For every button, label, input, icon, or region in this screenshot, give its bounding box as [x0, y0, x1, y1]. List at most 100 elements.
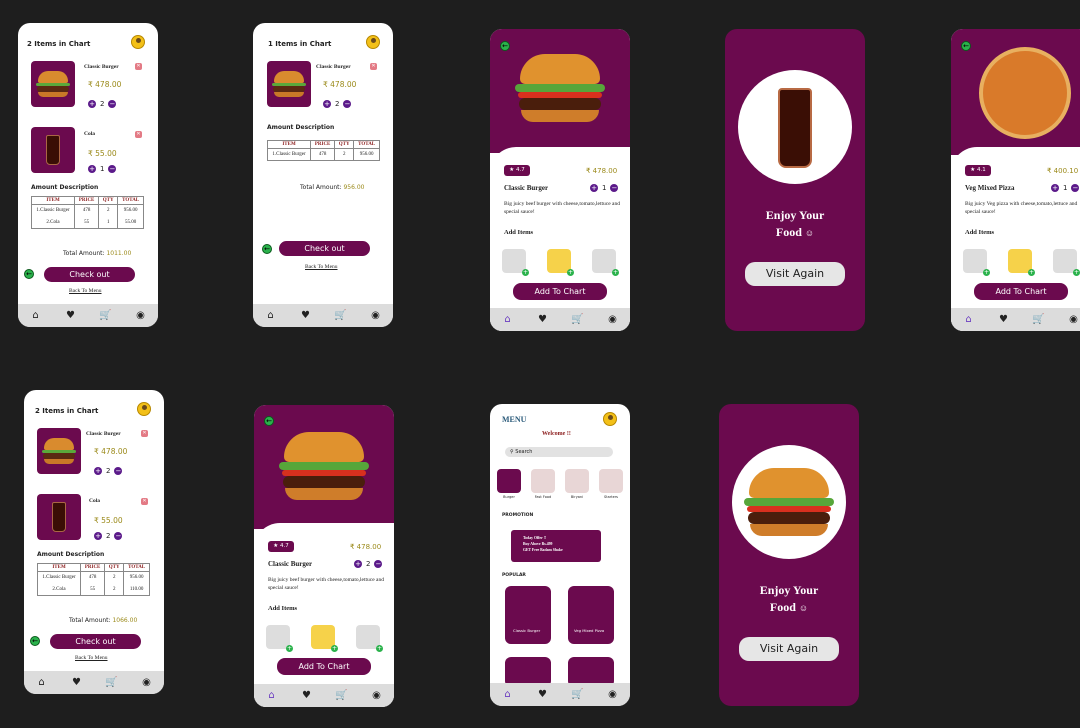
add-to-chart-button[interactable]: Add To Chart	[513, 283, 607, 300]
plus-icon[interactable]: +	[94, 532, 102, 540]
profile-icon[interactable]: ◉	[140, 677, 154, 688]
bottom-nav: ⌂ ♥ 🛒 ◉	[490, 308, 630, 331]
profile-icon[interactable]: ◉	[1067, 314, 1080, 325]
popular-item-pizza[interactable]: Veg Mixed Pizza	[568, 586, 614, 644]
add-cheese-item[interactable]	[1008, 249, 1035, 276]
plus-icon[interactable]: +	[88, 100, 96, 108]
delete-icon[interactable]: ✕	[370, 63, 377, 70]
cart-icon[interactable]: 🛒	[571, 314, 585, 325]
cart-icon[interactable]: 🛒	[99, 310, 113, 321]
quantity-stepper[interactable]: +2−	[94, 467, 123, 475]
burger-thumb	[267, 61, 311, 107]
minus-icon[interactable]: −	[343, 100, 352, 108]
avatar[interactable]	[137, 402, 151, 416]
item-price: ₹ 400.10	[1047, 167, 1079, 175]
minus-icon[interactable]: −	[1071, 184, 1080, 192]
cart-icon[interactable]: 🛒	[334, 310, 348, 321]
home-icon[interactable]: ⌂	[264, 310, 278, 321]
heart-icon[interactable]: ♥	[70, 677, 84, 688]
category-fast-food[interactable]	[531, 469, 555, 493]
minus-icon[interactable]: −	[108, 165, 117, 173]
quantity-stepper[interactable]: +1−	[1051, 184, 1080, 192]
quantity-stepper[interactable]: +2−	[94, 532, 123, 540]
visit-again-button[interactable]: Visit Again	[745, 262, 845, 286]
promo-banner[interactable]: Today Offer !! Buy Above Rs.499 GET Free…	[511, 530, 601, 562]
quantity-stepper[interactable]: +2−	[323, 100, 352, 108]
back-arrow-icon[interactable]: ←	[24, 269, 34, 279]
cart-icon[interactable]: 🛒	[571, 689, 585, 700]
minus-icon[interactable]: −	[610, 184, 619, 192]
add-cola-item[interactable]	[502, 249, 529, 276]
add-cheese-item[interactable]	[311, 625, 338, 652]
home-icon[interactable]: ⌂	[35, 677, 49, 688]
quantity-stepper[interactable]: +2−	[88, 100, 117, 108]
avatar[interactable]	[131, 35, 145, 49]
back-arrow-icon[interactable]: ←	[264, 416, 274, 426]
category-starters[interactable]	[599, 469, 623, 493]
checkout-button[interactable]: Check out	[44, 267, 135, 282]
add-to-chart-button[interactable]: Add To Chart	[277, 658, 371, 675]
add-cola-item[interactable]	[963, 249, 990, 276]
home-icon[interactable]: ⌂	[29, 310, 43, 321]
back-to-menu-link[interactable]: Back To Menu	[75, 655, 108, 661]
profile-icon[interactable]: ◉	[370, 690, 384, 701]
search-input[interactable]: ⚲ Search	[505, 447, 613, 457]
back-to-menu-link[interactable]: Back To Menu	[305, 264, 338, 270]
popular-item-burger[interactable]: Classic Burger	[505, 586, 551, 644]
heart-icon[interactable]: ♥	[64, 310, 78, 321]
heart-icon[interactable]: ♥	[536, 314, 550, 325]
add-to-chart-button[interactable]: Add To Chart	[974, 283, 1068, 300]
minus-icon[interactable]: −	[114, 467, 123, 475]
profile-icon[interactable]: ◉	[606, 689, 620, 700]
cart-icon[interactable]: 🛒	[335, 690, 349, 701]
plus-icon[interactable]: +	[590, 184, 598, 192]
back-arrow-icon[interactable]: ←	[500, 41, 510, 51]
cola-thumb	[31, 127, 75, 173]
delete-icon[interactable]: ✕	[135, 131, 142, 138]
checkout-button[interactable]: Check out	[279, 241, 370, 256]
plus-icon[interactable]: +	[354, 560, 362, 568]
home-icon[interactable]: ⌂	[265, 690, 279, 701]
plus-icon[interactable]: +	[323, 100, 331, 108]
checkout-button[interactable]: Check out	[50, 634, 141, 649]
heart-icon[interactable]: ♥	[300, 690, 314, 701]
delete-icon[interactable]: ✕	[141, 430, 148, 437]
cart-icon[interactable]: 🛒	[105, 677, 119, 688]
minus-icon[interactable]: −	[108, 100, 117, 108]
quantity-stepper[interactable]: +1−	[88, 165, 117, 173]
back-to-menu-link[interactable]: Back To Menu	[69, 288, 102, 294]
cart-icon[interactable]: 🛒	[1032, 314, 1046, 325]
heart-icon[interactable]: ♥	[536, 689, 550, 700]
back-arrow-icon[interactable]: ←	[262, 244, 272, 254]
delete-icon[interactable]: ✕	[141, 498, 148, 505]
home-icon[interactable]: ⌂	[962, 314, 976, 325]
back-arrow-icon[interactable]: ←	[961, 41, 971, 51]
profile-icon[interactable]: ◉	[606, 314, 620, 325]
profile-icon[interactable]: ◉	[369, 310, 383, 321]
add-sauce-item[interactable]	[592, 249, 619, 276]
add-cola-item[interactable]	[266, 625, 293, 652]
item-name: Cola	[89, 498, 100, 504]
add-sauce-item[interactable]	[1053, 249, 1080, 276]
add-cheese-item[interactable]	[547, 249, 574, 276]
visit-again-button[interactable]: Visit Again	[739, 637, 839, 661]
avatar[interactable]	[366, 35, 380, 49]
profile-icon[interactable]: ◉	[134, 310, 148, 321]
minus-icon[interactable]: −	[114, 532, 123, 540]
delete-icon[interactable]: ✕	[135, 63, 142, 70]
category-biryani[interactable]	[565, 469, 589, 493]
heart-icon[interactable]: ♥	[997, 314, 1011, 325]
home-icon[interactable]: ⌂	[501, 689, 515, 700]
quantity-stepper[interactable]: +1−	[590, 184, 619, 192]
quantity-stepper[interactable]: +2−	[354, 560, 383, 568]
plus-icon[interactable]: +	[94, 467, 102, 475]
back-arrow-icon[interactable]: ←	[30, 636, 40, 646]
add-sauce-item[interactable]	[356, 625, 383, 652]
plus-icon[interactable]: +	[88, 165, 96, 173]
heart-icon[interactable]: ♥	[299, 310, 313, 321]
minus-icon[interactable]: −	[374, 560, 383, 568]
avatar[interactable]	[603, 412, 617, 426]
category-burger[interactable]	[497, 469, 521, 493]
home-icon[interactable]: ⌂	[501, 314, 515, 325]
plus-icon[interactable]: +	[1051, 184, 1059, 192]
